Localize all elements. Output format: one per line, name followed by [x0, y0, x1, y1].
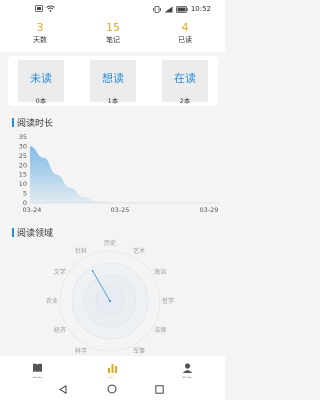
stat-label: 已读: [178, 36, 192, 44]
status-title: 在读: [174, 72, 196, 85]
radar-axis-label: 经济: [54, 326, 66, 334]
radar-chart-svg: 历史艺术政治哲学法律军事天文科学经济农业文学社科: [46, 239, 174, 363]
status-count: 1本: [107, 97, 119, 105]
battery-icon: [175, 5, 188, 13]
status-bar: 10:52: [0, 0, 225, 18]
bottom-tab-bar: 书架 统计 我的: [0, 356, 225, 383]
radar-axis-label: 法律: [154, 326, 166, 334]
stat-label: 天数: [33, 36, 47, 44]
status-unread-button[interactable]: 未读 0本: [18, 60, 64, 105]
section-title-text: 阅读时长: [17, 119, 54, 129]
radar-axis-label: 科学: [75, 347, 87, 355]
status-left: [35, 5, 55, 12]
system-nav-bar: [0, 378, 225, 400]
radar-axis-label: 军事: [133, 347, 145, 355]
stat-label: 笔记: [106, 36, 120, 44]
y-tick-label: 35: [19, 133, 27, 141]
user-icon: [182, 363, 192, 373]
x-tick-label: 03-29: [200, 206, 219, 214]
status-reading-button[interactable]: 在读 2本: [162, 60, 208, 105]
x-tick-label: 03-24: [23, 206, 42, 214]
status-title: 未读: [30, 72, 52, 85]
radar-axis-label: 历史: [104, 239, 116, 247]
x-tick-label: 03-25: [111, 206, 130, 214]
radar-axis-label: 社科: [75, 247, 87, 255]
section-accent-bar: [12, 228, 14, 237]
reading-time-title: 阅读时长: [12, 116, 53, 129]
status-want-button[interactable]: 想读 1本: [90, 60, 136, 105]
radar-point: [109, 300, 111, 302]
area-chart-svg: 0510152025303503-24 03-25 03-29: [19, 133, 220, 214]
stat-value: 3: [36, 21, 44, 34]
radar-axis-label: 农业: [46, 297, 58, 305]
status-right: 10:52: [152, 5, 211, 13]
radar-axis-label: 艺术: [133, 247, 145, 255]
y-tick-label: 30: [19, 142, 27, 150]
radar-axis-label: 哲学: [162, 297, 174, 305]
radar-axis-label: 政治: [154, 268, 166, 276]
stat-read: 4 已读: [155, 21, 215, 45]
y-tick-label: 5: [23, 190, 27, 198]
status-time: 10:52: [190, 5, 211, 13]
radar-point: [91, 269, 94, 272]
recents-icon[interactable]: [155, 385, 164, 394]
wifi-icon: [46, 5, 55, 12]
signal-icon: [164, 6, 173, 12]
vibrate-icon: [152, 5, 161, 13]
status-count: 0本: [35, 97, 47, 105]
stat-days: 3 天数: [10, 21, 70, 45]
radar-axis-label: 文学: [54, 268, 66, 276]
stat-notes: 15 笔记: [83, 21, 143, 45]
section-accent-bar: [12, 118, 14, 127]
reading-status-card: 未读 0本 想读 1本 在读 2本: [8, 56, 218, 106]
status-count: 2本: [179, 97, 191, 105]
top-stats: 3 天数 15 笔记 4 已读: [0, 18, 225, 52]
reading-time-chart: 0 5 10 15 20 25 30 35 03-24 03-25 03-29: [8, 130, 223, 216]
stat-value: 4: [181, 21, 189, 34]
y-tick-label: 10: [19, 180, 27, 188]
status-title: 想读: [102, 72, 124, 85]
y-tick-label: 25: [19, 152, 27, 160]
home-icon[interactable]: [107, 384, 117, 394]
sim-icon: [35, 5, 43, 12]
chart-icon: [107, 364, 117, 373]
bookshelf-icon: [32, 363, 42, 372]
stat-value: 15: [106, 21, 120, 34]
reading-domain-chart: 历史艺术政治哲学法律军事天文科学经济农业文学社科: [8, 238, 218, 363]
y-tick-label: 15: [19, 171, 27, 179]
area-series: [30, 146, 124, 203]
y-tick-label: 20: [19, 161, 27, 169]
back-icon[interactable]: [59, 385, 67, 394]
